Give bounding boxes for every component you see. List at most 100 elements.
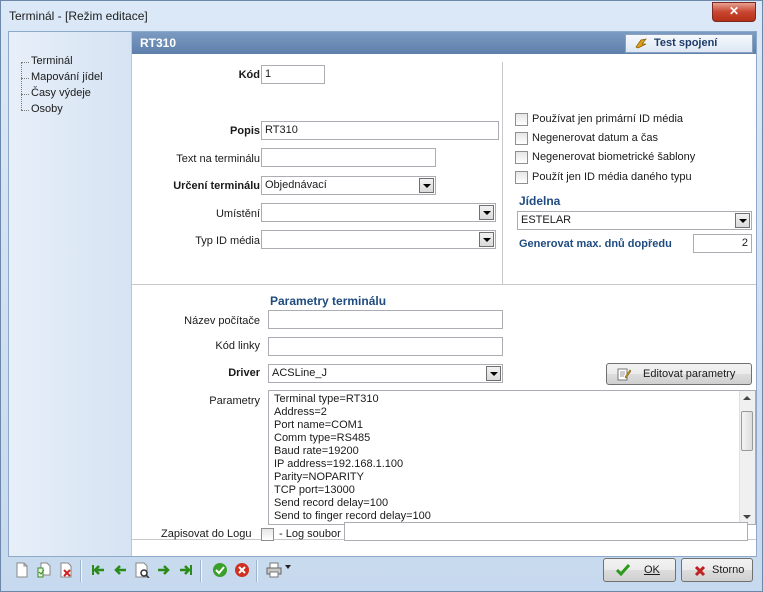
editovat-parametry-label: Editovat parametry	[643, 368, 736, 380]
print-dropdown-icon[interactable]	[285, 565, 291, 569]
vertical-divider	[502, 62, 503, 285]
checkbox-id-media-typu-label: Použít jen ID média daného typu	[532, 171, 692, 183]
parametry-line: Send record delay=100	[274, 497, 389, 509]
scroll-down-icon[interactable]	[743, 515, 751, 519]
urceni-terminalu-select[interactable]: Objednávací	[261, 176, 436, 195]
section-title: RT310	[140, 36, 177, 50]
tree-branch	[21, 110, 29, 111]
lightning-icon	[635, 38, 647, 49]
checkbox-negenerovat-sablony[interactable]	[515, 151, 528, 164]
log-soubor-label: - Log soubor	[279, 528, 341, 540]
parametry-line: TCP port=13000	[274, 484, 355, 496]
checkbox-id-media-typu[interactable]	[515, 171, 528, 184]
nazev-pocitace-label: Název počítače	[184, 315, 260, 327]
scrollbar-thumb[interactable]	[741, 411, 753, 451]
storno-label: Storno	[712, 564, 745, 576]
parametry-line: IP address=192.168.1.100	[274, 458, 404, 470]
test-connection-button[interactable]: Test spojení	[625, 34, 753, 53]
parametry-line: Terminal type=RT310	[274, 393, 379, 405]
parametry-line: Port name=COM1	[274, 419, 363, 431]
driver-value: ACSLine_J	[272, 367, 328, 379]
nav-item-terminal[interactable]: Terminál	[31, 55, 73, 70]
umisteni-label: Umístění	[215, 208, 260, 220]
close-button[interactable]: ✕	[712, 2, 756, 22]
client-area: Terminál Mapování jídel Časy výdeje Osob…	[8, 31, 757, 557]
parametry-line: Address=2	[274, 406, 327, 418]
window-title: Terminál - [Režim editace]	[9, 9, 148, 23]
toolbar-separator	[80, 560, 82, 582]
parametry-line: Parity=NOPARITY	[274, 471, 364, 483]
terminal-edit-window: Terminál - [Režim editace] ✕ Terminál Ma…	[0, 0, 763, 592]
nav-item-osoby[interactable]: Osoby	[31, 103, 63, 118]
ok-label: OK	[644, 564, 660, 576]
generovat-field[interactable]: 2	[693, 234, 752, 253]
previous-record-icon[interactable]	[112, 562, 128, 578]
nav-item-mapovani-jidel[interactable]: Mapování jídel	[31, 71, 103, 86]
driver-select[interactable]: ACSLine_J	[268, 364, 503, 383]
typ-id-media-select[interactable]	[261, 230, 496, 249]
nazev-pocitace-field[interactable]	[268, 310, 503, 329]
kod-label: Kód	[238, 69, 260, 81]
copy-record-icon[interactable]	[36, 562, 52, 578]
confirm-icon[interactable]	[212, 562, 228, 578]
nav-item-casy-vydeje[interactable]: Časy výdeje	[31, 87, 91, 102]
urceni-terminalu-label: Určení terminálu	[173, 180, 260, 192]
chevron-down-icon[interactable]	[419, 178, 434, 193]
close-icon: ✕	[728, 4, 740, 18]
section-tree: Terminál Mapování jídel Časy výdeje Osob…	[9, 32, 132, 556]
driver-label: Driver	[228, 367, 260, 379]
close-icon	[694, 565, 706, 577]
checkbox-primarni-id-label: Používat jen primární ID média	[532, 113, 684, 125]
bottom-toolbar: OK Storno	[8, 556, 755, 586]
parametry-lines: Terminal type=RT310 Address=2 Port name=…	[269, 393, 431, 523]
zapisovat-do-logu-label: Zapisovat do Logu	[161, 528, 252, 540]
chevron-down-icon[interactable]	[479, 205, 494, 220]
test-connection-label: Test spojení	[654, 37, 718, 49]
chevron-down-icon[interactable]	[486, 366, 501, 381]
jidelna-value: ESTELAR	[521, 214, 572, 226]
parametry-label: Parametry	[209, 395, 260, 407]
urceni-terminalu-value: Objednávací	[265, 179, 327, 191]
checkbox-negenerovat-datum[interactable]	[515, 132, 528, 145]
cancel-icon[interactable]	[234, 562, 250, 578]
kod-linky-label: Kód linky	[215, 340, 260, 352]
section-header: RT310 Test spojení	[132, 32, 756, 54]
editovat-parametry-button[interactable]: Editovat parametry	[606, 363, 752, 385]
last-record-icon[interactable]	[178, 562, 194, 578]
checkbox-primarni-id[interactable]	[515, 113, 528, 126]
typ-id-media-label: Typ ID média	[195, 235, 260, 247]
popis-field[interactable]: RT310	[261, 121, 499, 140]
delete-record-icon[interactable]	[58, 562, 74, 578]
log-checkbox[interactable]	[261, 528, 274, 541]
umisteni-select[interactable]	[261, 203, 496, 222]
tree-branch	[21, 94, 29, 95]
text-na-terminalu-field[interactable]	[261, 148, 436, 167]
kod-linky-field[interactable]	[268, 337, 503, 356]
terminal-form: Kód 1 Popis RT310 Text na terminálu Urče…	[132, 54, 756, 556]
title-bar: Terminál - [Režim editace] ✕	[1, 1, 762, 31]
tree-branch	[21, 62, 29, 63]
chevron-down-icon[interactable]	[735, 213, 750, 228]
jidelna-title: Jídelna	[519, 194, 561, 208]
edit-document-icon	[617, 368, 631, 381]
kod-field[interactable]: 1	[261, 65, 325, 84]
parametry-scrollbar[interactable]	[739, 391, 755, 524]
toolbar-separator	[256, 560, 258, 582]
chevron-down-icon[interactable]	[479, 232, 494, 247]
parametry-line: Baud rate=19200	[274, 445, 359, 457]
scroll-up-icon[interactable]	[743, 396, 751, 400]
new-record-icon[interactable]	[14, 562, 30, 578]
first-record-icon[interactable]	[90, 562, 106, 578]
storno-button[interactable]: Storno	[681, 558, 753, 582]
print-icon[interactable]	[266, 562, 282, 578]
find-record-icon[interactable]	[134, 562, 150, 578]
text-na-terminalu-label: Text na terminálu	[176, 153, 260, 165]
checkmark-icon	[616, 564, 630, 576]
log-soubor-field[interactable]	[344, 522, 748, 541]
jidelna-select[interactable]: ESTELAR	[517, 211, 752, 230]
horizontal-divider	[132, 284, 756, 285]
ok-button[interactable]: OK	[603, 558, 676, 582]
checkbox-negenerovat-datum-label: Negenerovat datum a čas	[532, 132, 658, 144]
parametry-memo[interactable]: Terminal type=RT310 Address=2 Port name=…	[268, 390, 756, 525]
next-record-icon[interactable]	[156, 562, 172, 578]
